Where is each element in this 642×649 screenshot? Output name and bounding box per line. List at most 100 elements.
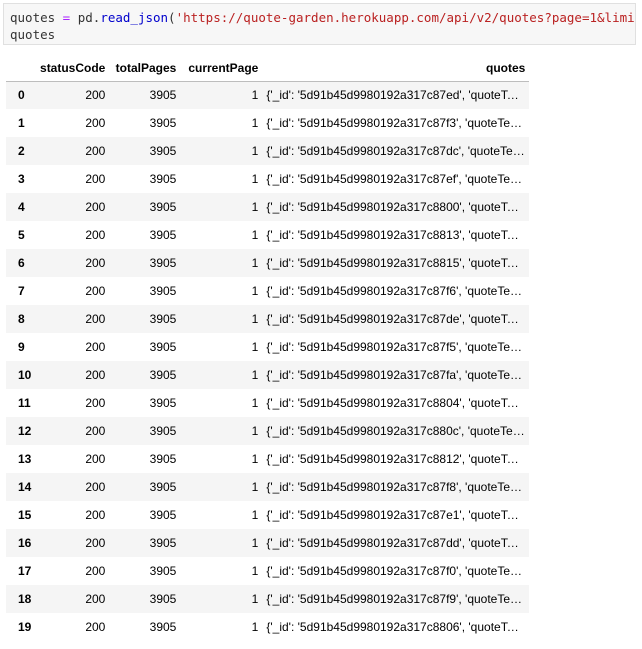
cell-currentpage: 1 — [251, 340, 259, 354]
cell-statuscode: 200 — [85, 508, 106, 522]
cell-statuscode: 200 — [85, 424, 106, 438]
table-row: 19 200 3905 1 {'_id': '5d91b45d9980192a317c8… — [6, 613, 530, 641]
cell-currentpage: 1 — [251, 88, 259, 103]
cell-currentpage: 1 — [251, 424, 259, 438]
cell-currentpage: 1 — [251, 144, 259, 158]
row-index: 16 — [18, 536, 32, 550]
cell-totalpages: 3905 — [149, 592, 177, 606]
cell-quotes: {'_id': '5d91b45d9980192a317c8806', 'quo… — [266, 620, 530, 634]
row-index: 10 — [18, 368, 32, 382]
cell-statuscode: 200 — [85, 396, 106, 410]
cell-statuscode: 200 — [85, 564, 106, 578]
code-line-1: quotes = pd.read_json('https://quote-gar… — [10, 10, 636, 25]
cell-quotes: {'_id': '5d91b45d9980192a317c87f9', 'quo… — [266, 592, 530, 606]
cell-quotes: {'_id': '5d91b45d9980192a317c87de', 'quo… — [266, 312, 530, 326]
table-row: 5 200 3905 1 {'_id': '5d91b45d9980192a317c88… — [6, 221, 530, 249]
row-index: 6 — [18, 256, 25, 270]
cell-currentpage: 1 — [251, 396, 259, 410]
cell-statuscode: 200 — [85, 340, 106, 354]
cell-statuscode: 200 — [85, 452, 106, 466]
code-function: read_json — [100, 10, 169, 25]
cell-quotes: {'_id': '5d91b45d9980192a317c8812', 'quo… — [266, 452, 530, 466]
table-row: 18 200 3905 1 {'_id': '5d91b45d9980192a317c8… — [6, 585, 530, 613]
cell-quotes: {'_id': '5d91b45d9980192a317c87f5', 'quo… — [266, 340, 530, 354]
cell-statuscode: 200 — [85, 592, 106, 606]
cell-currentpage: 1 — [251, 452, 259, 466]
row-index: 19 — [18, 620, 32, 634]
row-index: 4 — [18, 200, 25, 214]
cell-totalpages: 3905 — [149, 340, 177, 354]
row-index: 8 — [18, 312, 25, 326]
cell-totalpages: 3905 — [149, 144, 177, 158]
cell-statuscode: 200 — [85, 172, 106, 186]
row-index: 9 — [18, 340, 25, 354]
cell-quotes: {'_id': '5d91b45d9980192a317c87ed', 'quo… — [266, 88, 530, 103]
table-row: 17 200 3905 1 {'_id': '5d91b45d9980192a317c8… — [6, 557, 530, 585]
cell-quotes: {'_id': '5d91b45d9980192a317c8800', 'quo… — [266, 200, 530, 214]
code-operator: = — [55, 10, 78, 25]
cell-currentpage: 1 — [251, 284, 259, 298]
code-open-paren: ( — [168, 10, 176, 25]
row-index: 17 — [18, 564, 32, 578]
code-url-string: 'https://quote-garden.herokuapp.com/api/… — [175, 10, 636, 25]
cell-totalpages: 3905 — [149, 312, 177, 326]
cell-currentpage: 1 — [251, 508, 259, 522]
cell-currentpage: 1 — [251, 116, 259, 130]
column-header-currentpage: currentPage — [180, 55, 263, 82]
cell-statuscode: 200 — [85, 284, 106, 298]
cell-statuscode: 200 — [85, 368, 106, 382]
cell-currentpage: 1 — [251, 312, 259, 326]
row-index: 1 — [18, 116, 25, 130]
row-index: 13 — [18, 452, 32, 466]
cell-currentpage: 1 — [251, 620, 259, 634]
code-variable: quotes — [10, 10, 56, 25]
cell-statuscode: 200 — [85, 88, 106, 103]
table-row: 16 200 3905 1 {'_id': '5d91b45d9980192a317c8… — [6, 529, 530, 557]
cell-statuscode: 200 — [85, 312, 106, 326]
column-header-statuscode: statusCode — [35, 55, 110, 82]
cell-statuscode: 200 — [85, 200, 106, 214]
cell-quotes: {'_id': '5d91b45d9980192a317c87f8', 'quo… — [266, 480, 530, 494]
row-index: 15 — [18, 508, 32, 522]
cell-quotes: {'_id': '5d91b45d9980192a317c8804', 'quo… — [266, 396, 530, 410]
cell-currentpage: 1 — [251, 480, 259, 494]
row-index: 12 — [18, 424, 32, 438]
cell-currentpage: 1 — [251, 368, 259, 382]
row-index: 0 — [18, 88, 25, 103]
cell-totalpages: 3905 — [149, 452, 177, 466]
table-row: 15 200 3905 1 {'_id': '5d91b45d9980192a317c8… — [6, 501, 530, 529]
cell-totalpages: 3905 — [149, 256, 177, 270]
cell-quotes: {'_id': '5d91b45d9980192a317c87f3', 'quo… — [266, 116, 530, 130]
table-row: 4 200 3905 1 {'_id': '5d91b45d9980192a317c88… — [6, 193, 530, 221]
dataframe-header: statusCode totalPages currentPage quotes — [6, 55, 530, 82]
table-row: 8 200 3905 1 {'_id': '5d91b45d9980192a317c87… — [6, 305, 530, 333]
table-row: 0 200 3905 1 {'_id': '5d91b45d9980192a317c87… — [6, 81, 530, 109]
table-row: 10 200 3905 1 {'_id': '5d91b45d9980192a317c8… — [6, 361, 530, 389]
table-row: 2 200 3905 1 {'_id': '5d91b45d9980192a317c87… — [6, 137, 530, 165]
cell-totalpages: 3905 — [149, 564, 177, 578]
cell-totalpages: 3905 — [149, 620, 177, 634]
cell-currentpage: 1 — [251, 536, 259, 550]
cell-totalpages: 3905 — [149, 396, 177, 410]
table-row: 6 200 3905 1 {'_id': '5d91b45d9980192a317c88… — [6, 249, 530, 277]
index-header — [6, 55, 36, 82]
row-index: 11 — [18, 396, 31, 410]
code-cell-input[interactable]: quotes = pd.read_json('https://quote-gar… — [3, 3, 636, 45]
cell-currentpage: 1 — [251, 228, 259, 242]
row-index: 5 — [18, 228, 25, 242]
cell-totalpages: 3905 — [149, 88, 177, 103]
row-index: 3 — [18, 172, 25, 186]
cell-quotes: {'_id': '5d91b45d9980192a317c880c', 'quo… — [266, 424, 530, 438]
cell-quotes: {'_id': '5d91b45d9980192a317c87dc', 'quo… — [266, 144, 530, 158]
table-row: 14 200 3905 1 {'_id': '5d91b45d9980192a317c8… — [6, 473, 530, 501]
cell-quotes: {'_id': '5d91b45d9980192a317c87f0', 'quo… — [266, 564, 530, 578]
dataframe-output: statusCode totalPages currentPage quotes… — [6, 55, 530, 641]
cell-quotes: {'_id': '5d91b45d9980192a317c87dd', 'quo… — [266, 536, 530, 550]
cell-totalpages: 3905 — [149, 228, 177, 242]
cell-totalpages: 3905 — [149, 508, 177, 522]
cell-statuscode: 200 — [85, 116, 106, 130]
cell-statuscode: 200 — [85, 144, 106, 158]
dataframe-body: 0 200 3905 1 {'_id': '5d91b45d9980192a317c87… — [6, 81, 530, 641]
table-row: 3 200 3905 1 {'_id': '5d91b45d9980192a317c87… — [6, 165, 530, 193]
cell-statuscode: 200 — [85, 228, 106, 242]
